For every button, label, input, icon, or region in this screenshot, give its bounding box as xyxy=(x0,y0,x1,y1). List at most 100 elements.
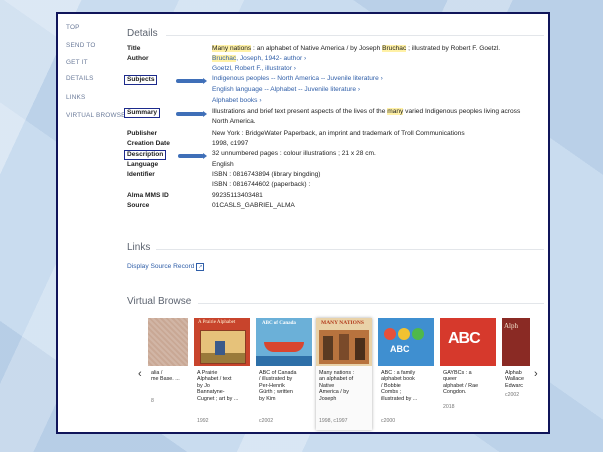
summary-arrow-icon xyxy=(176,111,207,117)
cover-title: Alph xyxy=(504,322,518,330)
subjects-arrow-icon xyxy=(176,78,207,84)
browse-item-date: 2018 xyxy=(443,404,455,410)
description-arrow-icon xyxy=(178,153,207,159)
language-label: Language xyxy=(127,161,159,168)
cover-title: ABC xyxy=(448,330,481,347)
summary-line-2: North America. xyxy=(212,118,256,125)
summary-text-a: Illustrations and brief text present asp… xyxy=(212,108,388,115)
browse-item-1[interactable]: A Prairie Alphabet A Prairie Alphabet / … xyxy=(194,318,250,430)
display-source-record-link[interactable]: Display Source Record ↗ xyxy=(127,263,205,271)
title-value: Many nations : an alphabet of Native Ame… xyxy=(212,45,500,52)
author-text: , Joseph, 1942- author xyxy=(236,55,303,62)
subjects-label-boxed: Subjects xyxy=(124,75,158,85)
subject-1-text: Indigenous peoples -- North America -- J… xyxy=(212,75,379,82)
book-cover: ABC of Canada xyxy=(256,318,312,366)
description-value: 32 unnumbered pages : colour illustratio… xyxy=(212,150,376,157)
title-text-end: ; illustrated by Robert F. Goetzl. xyxy=(406,45,501,52)
browse-item-date: 1998, c1997 xyxy=(319,418,348,424)
browse-item-4[interactable]: ABC ABC : a family alphabet book / Bobbi… xyxy=(378,318,434,430)
subject-link-2[interactable]: English language -- Alphabet -- Juvenile… xyxy=(212,86,360,93)
browse-item-title: GAYBCs : a queer alphabet / Rae Congdon. xyxy=(443,370,479,396)
author-highlight: Bruchac xyxy=(212,55,237,62)
subject-2-text: English language -- Alphabet -- Juvenile… xyxy=(212,86,357,93)
subject-link-3[interactable]: Alphabet books › xyxy=(212,97,262,104)
cover-illustration xyxy=(319,330,369,364)
source-value: 01CASLS_GABRIEL_ALMA xyxy=(212,202,295,209)
author-2-text: Goetzl, Robert F., illustrator xyxy=(212,65,292,72)
browse-item-date: 8 xyxy=(151,398,154,404)
browse-next-button[interactable]: › xyxy=(534,368,538,380)
identifier-label: Identifier xyxy=(127,171,155,178)
summary-label-boxed: Summary xyxy=(124,108,161,118)
identifier-value-2: ISBN : 0816744602 (paperback) : xyxy=(212,181,311,188)
virtual-browse-heading: Virtual Browse xyxy=(127,296,192,307)
title-author-highlight: Bruchac xyxy=(382,45,407,52)
browse-item-title: ABC : a family alphabet book / Bobbie Co… xyxy=(381,370,418,402)
book-cover: A Prairie Alphabet xyxy=(194,318,250,366)
subject-link-1[interactable]: Indigenous peoples -- North America -- J… xyxy=(212,75,383,82)
browse-item-0[interactable]: alia / me Base. ... 8 xyxy=(148,318,188,430)
book-cover: ABC xyxy=(440,318,496,366)
description-label-boxed: Description xyxy=(124,150,167,160)
display-source-record-text: Display Source Record xyxy=(127,263,195,270)
chevron-right-icon: › xyxy=(357,86,361,93)
details-heading: Details xyxy=(127,28,158,39)
browse-item-title: Alphab Wallace Edwarc xyxy=(505,370,524,389)
identifier-value-1: ISBN : 0816743894 (library bingding) xyxy=(212,171,321,178)
browse-item-title: A Prairie Alphabet / text by Jo Bannatyn… xyxy=(197,370,239,402)
book-cover: Alph xyxy=(502,318,530,366)
browse-item-date: 1992 xyxy=(197,418,209,424)
subject-3-text: Alphabet books xyxy=(212,97,258,104)
author-link-2[interactable]: Goetzl, Robert F., illustrator › xyxy=(212,65,296,72)
browse-item-title: ABC of Canada / illustrated by Per-Henri… xyxy=(259,370,297,402)
chevron-right-icon: › xyxy=(293,65,296,72)
links-heading: Links xyxy=(127,242,151,253)
browse-item-date: c2000 xyxy=(381,418,396,424)
links-divider xyxy=(156,249,544,250)
title-highlight: Many nations xyxy=(212,45,252,52)
mms-id-label: Alma MMS ID xyxy=(127,192,169,199)
cover-title: ABC xyxy=(390,344,410,354)
chevron-right-icon: › xyxy=(259,97,262,104)
browse-item-title: alia / me Base. ... xyxy=(151,370,180,383)
nav-send-to[interactable]: SEND TO xyxy=(66,42,96,49)
cover-illustration xyxy=(200,330,246,364)
browse-item-date: c2002 xyxy=(259,418,274,424)
author-label: Author xyxy=(127,55,149,62)
title-text: : an alphabet of Native America / by Jos… xyxy=(251,45,383,52)
nav-details[interactable]: DETAILS xyxy=(66,75,94,82)
creation-date-value: 1998, c1997 xyxy=(212,140,249,147)
book-cover: ABC xyxy=(378,318,434,366)
nav-links[interactable]: LINKS xyxy=(66,94,85,101)
cover-title: A Prairie Alphabet xyxy=(198,320,236,325)
browse-item-2[interactable]: ABC of Canada ABC of Canada / illustrate… xyxy=(256,318,312,430)
virtual-browse-divider xyxy=(198,303,544,304)
author-link-1[interactable]: Bruchac, Joseph, 1942- author › xyxy=(212,55,306,62)
external-link-icon: ↗ xyxy=(196,263,205,271)
publisher-label: Publisher xyxy=(127,130,158,137)
nav-top[interactable]: TOP xyxy=(66,24,80,31)
nav-virtual-browse[interactable]: VIRTUAL BROWSE xyxy=(66,112,126,119)
book-cover xyxy=(148,318,188,366)
browse-item-title: Many nations : an alphabet of Native Ame… xyxy=(319,370,355,402)
browse-item-6[interactable]: Alph Alphab Wallace Edwarc c2002 xyxy=(502,318,530,430)
details-divider xyxy=(166,35,544,36)
chevron-right-icon: › xyxy=(380,75,383,82)
book-cover: MANY NATIONS xyxy=(316,318,372,366)
creation-date-label: Creation Date xyxy=(127,140,170,147)
mms-id-value: 99235113403481 xyxy=(212,192,263,199)
browse-item-5[interactable]: ABC GAYBCs : a queer alphabet / Rae Cong… xyxy=(440,318,496,430)
nav-get-it[interactable]: GET IT xyxy=(66,59,88,66)
source-label: Source xyxy=(127,202,150,209)
title-label: Title xyxy=(127,45,141,52)
browse-item-3-current[interactable]: MANY NATIONS Many nations : an alphabet … xyxy=(316,318,372,430)
summary-highlight: many xyxy=(387,108,404,115)
publisher-value: New York : BridgeWater Paperback, an imp… xyxy=(212,130,465,137)
record-page: TOP SEND TO GET IT DETAILS LINKS VIRTUAL… xyxy=(56,12,550,434)
summary-line-1: Illustrations and brief text present asp… xyxy=(212,108,520,115)
summary-text-c: varied Indigenous peoples living across xyxy=(403,108,521,115)
browse-item-date: c2002 xyxy=(505,392,520,398)
canoe-shape xyxy=(264,342,304,352)
browse-prev-button[interactable]: ‹ xyxy=(138,368,142,380)
cover-title: MANY NATIONS xyxy=(321,320,364,326)
